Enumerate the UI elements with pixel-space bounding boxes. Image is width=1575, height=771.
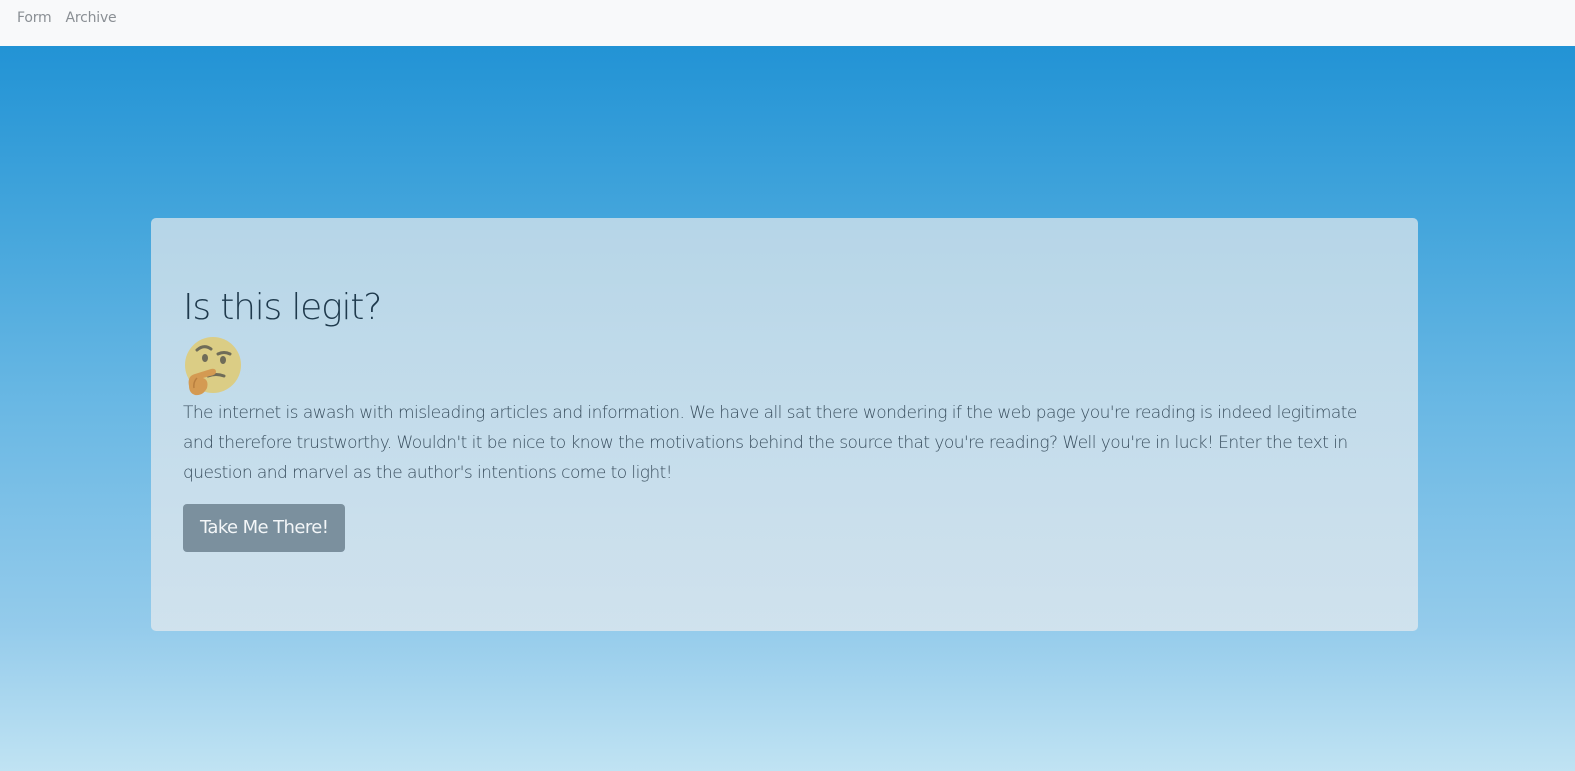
nav-link-form[interactable]: Form xyxy=(10,0,58,26)
jumbotron-card: Is this legit? The internet is awash wit… xyxy=(151,218,1418,631)
nav-link-archive[interactable]: Archive xyxy=(58,0,123,26)
hero-background: Is this legit? The internet is awash wit… xyxy=(0,46,1575,771)
take-me-there-button[interactable]: Take Me There! xyxy=(183,504,346,552)
page-title: Is this legit? xyxy=(183,287,382,328)
top-navbar: Form Archive xyxy=(0,0,1575,46)
thinking-face-icon xyxy=(185,337,241,396)
intro-description: The internet is awash with misleading ar… xyxy=(183,403,1357,483)
